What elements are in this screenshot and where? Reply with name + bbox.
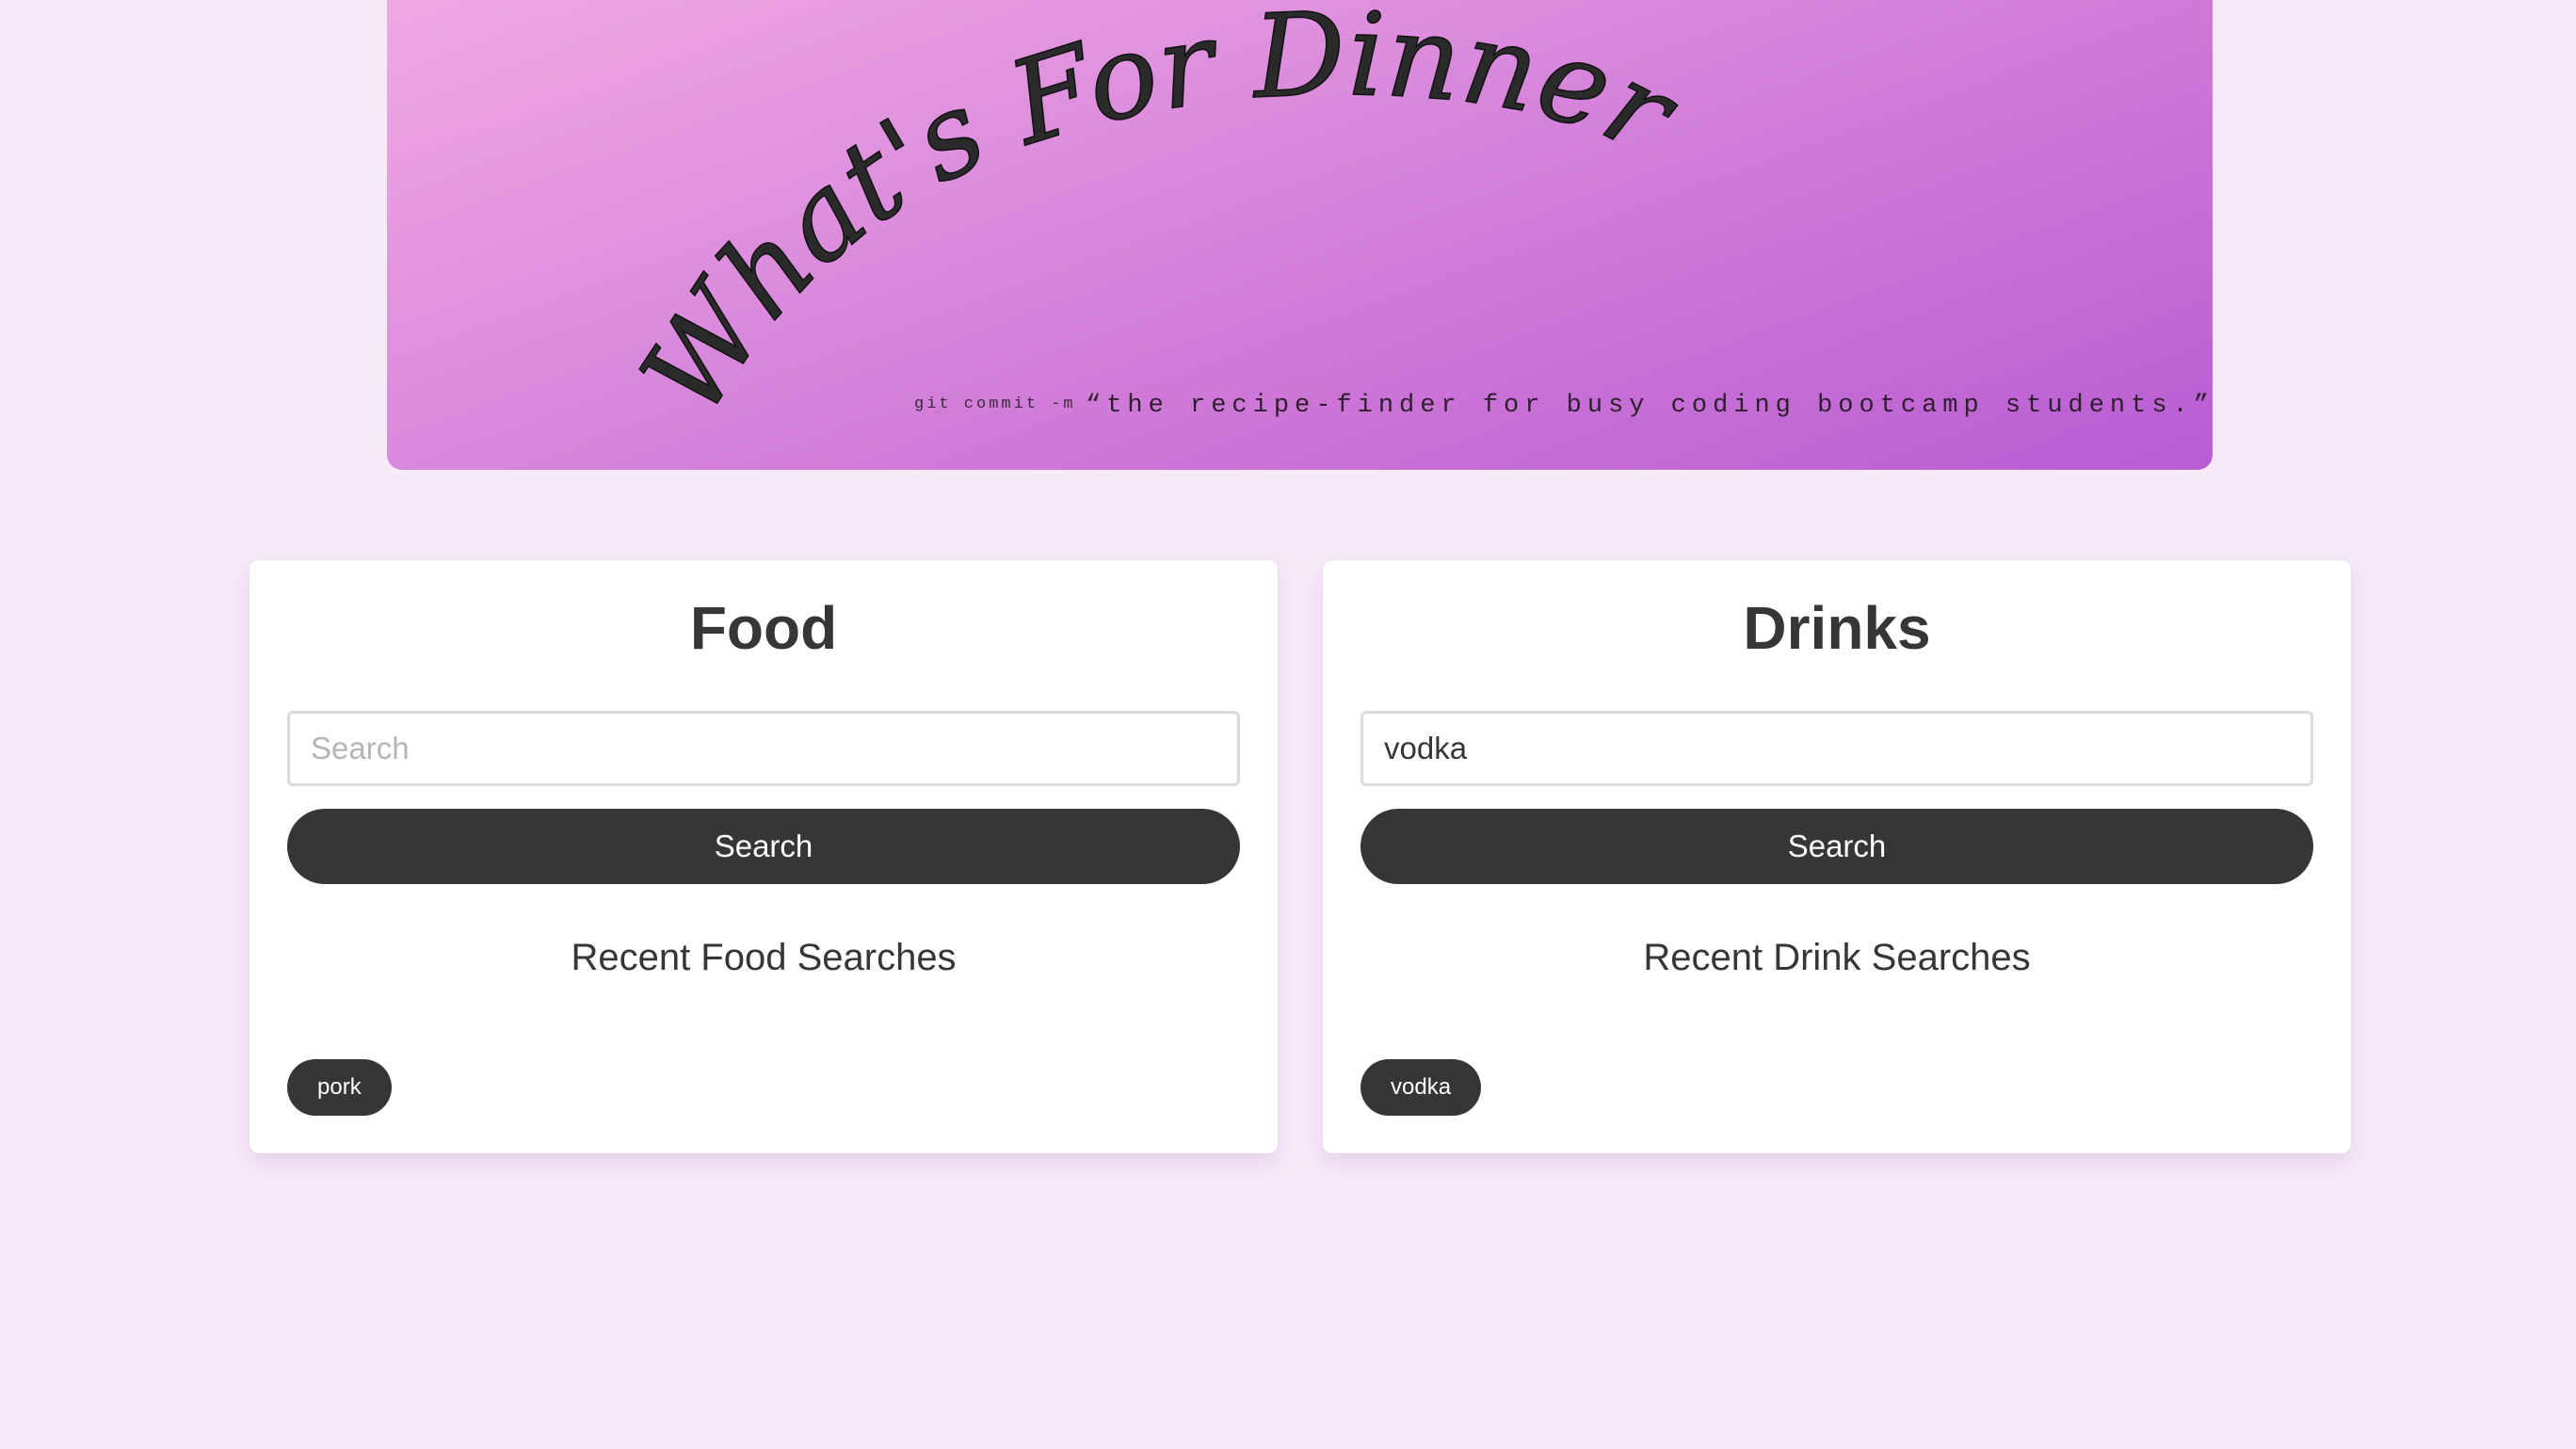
recent-food-searches-heading: Recent Food Searches [571,937,957,978]
drinks-search-button[interactable]: Search [1360,809,2313,884]
search-cards: Food Search Recent Food Searches pork Dr… [250,560,2351,1153]
recent-food-tag[interactable]: pork [287,1059,392,1116]
food-card: Food Search Recent Food Searches pork [250,560,1278,1153]
banner-logo: What's For Dinner? git commit -m “the re… [387,0,2213,438]
banner-title: What's For Dinner? [387,0,1699,437]
header-banner: What's For Dinner? git commit -m “the re… [387,0,2213,470]
drinks-title: Drinks [1743,594,1931,662]
drinks-card: Drinks Search Recent Drink Searches vodk… [1323,560,2351,1153]
recent-drink-searches-heading: Recent Drink Searches [1643,937,2031,978]
recent-drink-tag[interactable]: vodka [1360,1059,1482,1116]
banner-subtitle: “the recipe-finder for busy coding bootc… [1086,392,2213,420]
food-search-button[interactable]: Search [287,809,1240,884]
banner-subtitle-prefix: git commit -m [914,395,1076,413]
food-title: Food [689,594,838,662]
drinks-search-input[interactable] [1360,711,2313,786]
food-search-input[interactable] [287,711,1240,786]
